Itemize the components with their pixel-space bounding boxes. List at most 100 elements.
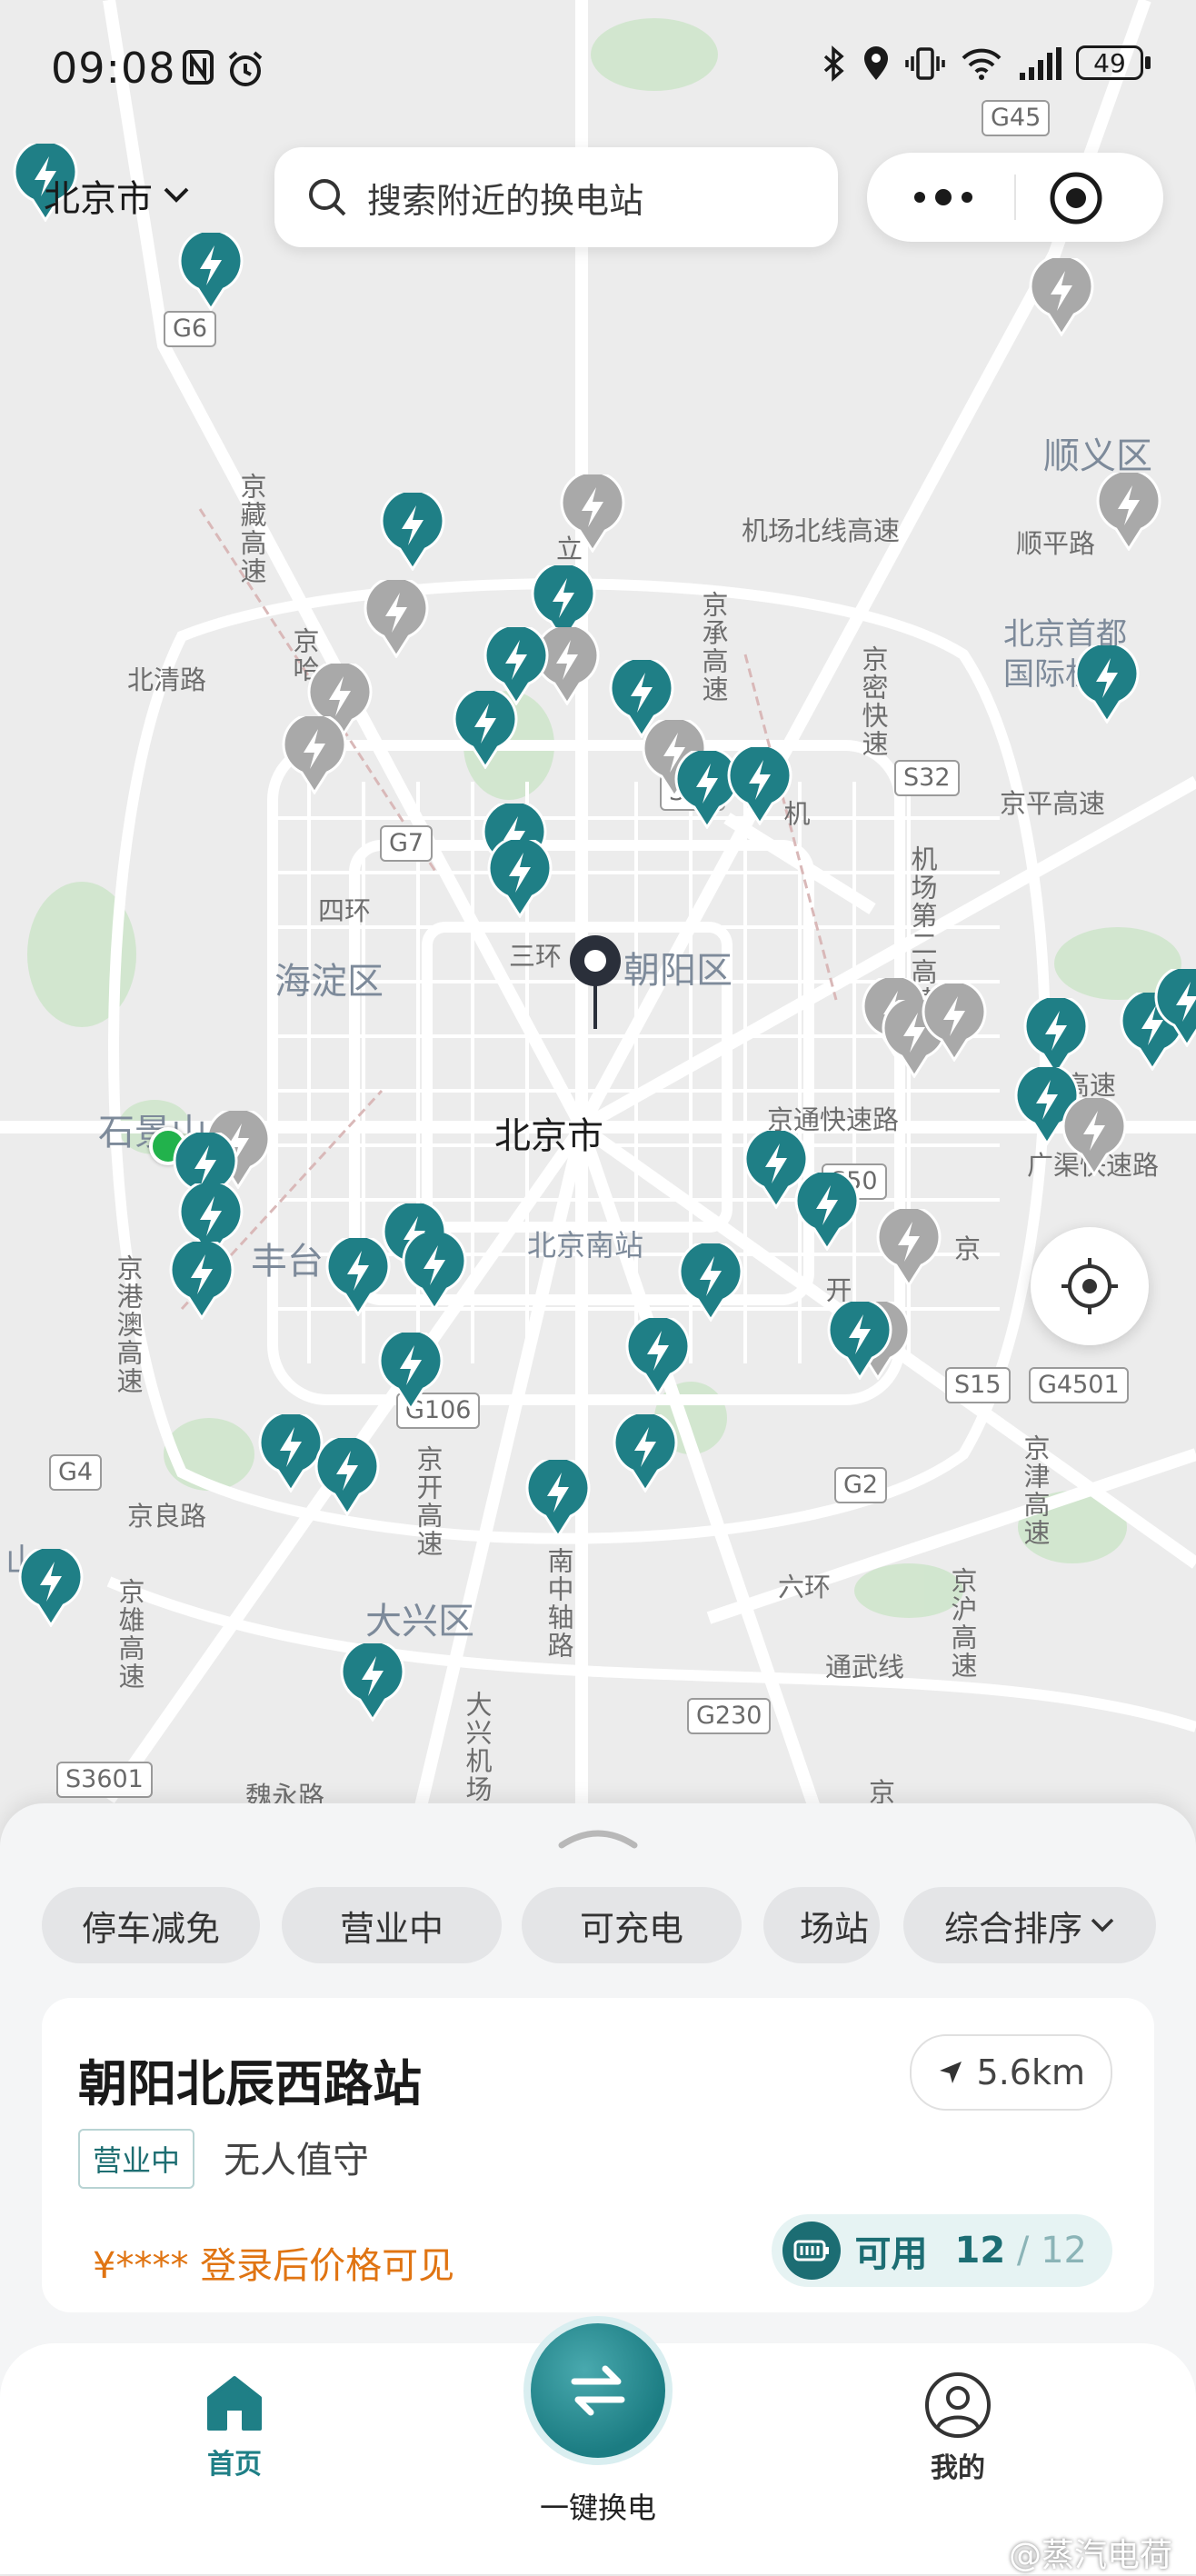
chip-parking-discount[interactable]: 停车减免 (42, 1887, 260, 1963)
map-view[interactable]: 顺义区 海淀区 朝阳区 石景山 丰台 大兴区 北京市 北京首都国际机场 北京南站… (0, 0, 1196, 1818)
nav-mine[interactable]: 我的 (923, 2371, 992, 2485)
station-pin-available[interactable] (378, 1333, 444, 1411)
label-road-jingkai: 京开高速 (413, 1445, 444, 1558)
price-notice[interactable]: ¥**** 登录后价格可见 (93, 2236, 454, 2289)
shield-g2: G2 (834, 1467, 888, 1503)
station-pin-available[interactable] (727, 747, 792, 825)
label-road-jingtong: 京通快速路 (767, 1104, 900, 1135)
shield-g7: G7 (380, 825, 434, 862)
nav-home[interactable]: 首页 (202, 2371, 267, 2481)
location-status-icon (864, 46, 888, 80)
label-road-jinghu: 京沪高速 (947, 1567, 978, 1680)
station-pin-available[interactable] (325, 1238, 391, 1316)
status-badge: 营业中 (78, 2129, 195, 2189)
label-road-jingliang: 京良路 (127, 1501, 207, 1532)
vibrate-icon (905, 47, 945, 80)
label-road-jing-s: 京 (954, 1233, 982, 1264)
station-pin-available[interactable] (487, 840, 553, 918)
chip-open-now[interactable]: 营业中 (282, 1887, 502, 1963)
label-road-jichangbei: 机场北线高速 (742, 515, 901, 546)
station-pin-unavailable[interactable] (876, 1209, 942, 1287)
chevron-down-icon (164, 187, 189, 203)
label-road-jinggangao: 京港澳高速 (113, 1254, 144, 1395)
station-pin-unavailable[interactable] (560, 474, 625, 553)
duty-label: 无人值守 (224, 2140, 369, 2182)
battery-icon: 49 (1076, 45, 1152, 82)
shield-g4: G4 (49, 1454, 103, 1491)
station-pin-available[interactable] (453, 691, 518, 769)
label-haidian: 海淀区 (274, 961, 384, 1003)
label-road-daxing-jc: 大兴机场 (462, 1691, 493, 1803)
nav-mine-label: 我的 (931, 2452, 985, 2484)
station-pin-available[interactable] (827, 1302, 892, 1380)
station-pin-unavailable[interactable] (1029, 258, 1094, 336)
station-pin-available[interactable] (340, 1643, 405, 1722)
shield-s32: S32 (894, 760, 960, 796)
station-pin-available[interactable] (525, 1460, 591, 1538)
label-road-nanzhongzhou: 南中轴路 (543, 1547, 574, 1660)
city-selector[interactable]: 北京市 (44, 169, 191, 222)
crosshair-icon (1061, 1258, 1118, 1314)
label-south-station: 北京南站 (527, 1228, 644, 1263)
miniprogram-capsule (867, 153, 1163, 242)
locate-me-button[interactable] (1031, 1227, 1149, 1345)
station-pin-available[interactable] (1154, 969, 1196, 1047)
close-miniprogram-icon[interactable] (1049, 171, 1103, 225)
station-pin-available[interactable] (380, 493, 445, 571)
availability-badge: 可用 12 / 12 (771, 2214, 1112, 2287)
sheet-handle-icon[interactable] (558, 1823, 638, 1851)
watermark: @蒸汽电荷 (1008, 2537, 1172, 2574)
label-fengtai: 丰台 (251, 1241, 324, 1283)
label-road-tongwu: 通武线 (825, 1652, 905, 1682)
available-label: 可用 (854, 2233, 928, 2275)
station-pin-unavailable[interactable] (1061, 1098, 1127, 1176)
label-road-jingzang: 京藏高速 (236, 473, 267, 585)
label-daxing: 大兴区 (365, 1601, 474, 1642)
chip-chargeable[interactable]: 可充电 (522, 1887, 742, 1963)
station-pin-available[interactable] (169, 1242, 234, 1320)
shield-s3601: S3601 (56, 1762, 153, 1798)
battery-swap-icon (782, 2222, 841, 2280)
sort-label: 综合排序 (943, 1908, 1082, 1949)
station-pin-available[interactable] (1023, 998, 1089, 1076)
available-count: 12 (954, 2230, 1006, 2271)
one-click-swap-button[interactable] (523, 2316, 673, 2465)
label-beijing: 北京市 (494, 1115, 603, 1157)
sort-dropdown[interactable]: 综合排序 (903, 1887, 1156, 1963)
signal-icon (1020, 47, 1061, 80)
station-pin-available[interactable] (794, 1173, 860, 1251)
station-pin-unavailable[interactable] (1096, 473, 1161, 551)
label-road-jingxiong: 京雄高速 (115, 1578, 145, 1691)
navigation-arrow-icon (939, 2062, 962, 2083)
station-pin-available[interactable] (625, 1318, 691, 1396)
selected-location-marker[interactable] (565, 931, 625, 1031)
station-pin-unavailable[interactable] (282, 716, 347, 794)
swap-button-label: 一键换电 (539, 2491, 656, 2525)
station-pin-available[interactable] (678, 1243, 743, 1322)
station-pin-available[interactable] (402, 1233, 467, 1311)
station-pin-available[interactable] (314, 1438, 380, 1516)
chip-station[interactable]: 场站 (763, 1887, 880, 1963)
city-name: 北京市 (44, 178, 153, 220)
label-shunyi: 顺义区 (1043, 435, 1152, 477)
station-pin-unavailable[interactable] (364, 580, 429, 658)
label-road-shunping: 顺平路 (1016, 528, 1096, 559)
shield-s15: S15 (945, 1367, 1011, 1403)
more-options-icon[interactable] (909, 180, 978, 215)
label-road-kai: 开 (822, 1276, 852, 1304)
station-pin-available[interactable] (1074, 645, 1140, 724)
label-chaoyang: 朝阳区 (623, 950, 733, 992)
bluetooth-icon (823, 45, 844, 82)
station-pin-available[interactable] (18, 1549, 84, 1627)
station-pin-available[interactable] (178, 233, 244, 311)
station-card[interactable]: 朝阳北辰西路站 5.6km 营业中 无人值守 ¥**** 登录后价格可见 可用 … (42, 1998, 1154, 2312)
distance-value: 5.6km (976, 2052, 1085, 2092)
station-pin-available[interactable] (613, 1414, 678, 1493)
search-input[interactable]: 搜索附近的换电站 (274, 147, 838, 247)
label-road-beiqing: 北清路 (127, 664, 207, 695)
filter-bar: 停车减免 营业中 可充电 场站 综合排序 (0, 1887, 1196, 1967)
wifi-icon (962, 48, 1002, 80)
label-road-jingping: 京平高速 (1000, 788, 1106, 819)
station-distance[interactable]: 5.6km (909, 2034, 1112, 2111)
station-pin-unavailable[interactable] (922, 983, 987, 1062)
